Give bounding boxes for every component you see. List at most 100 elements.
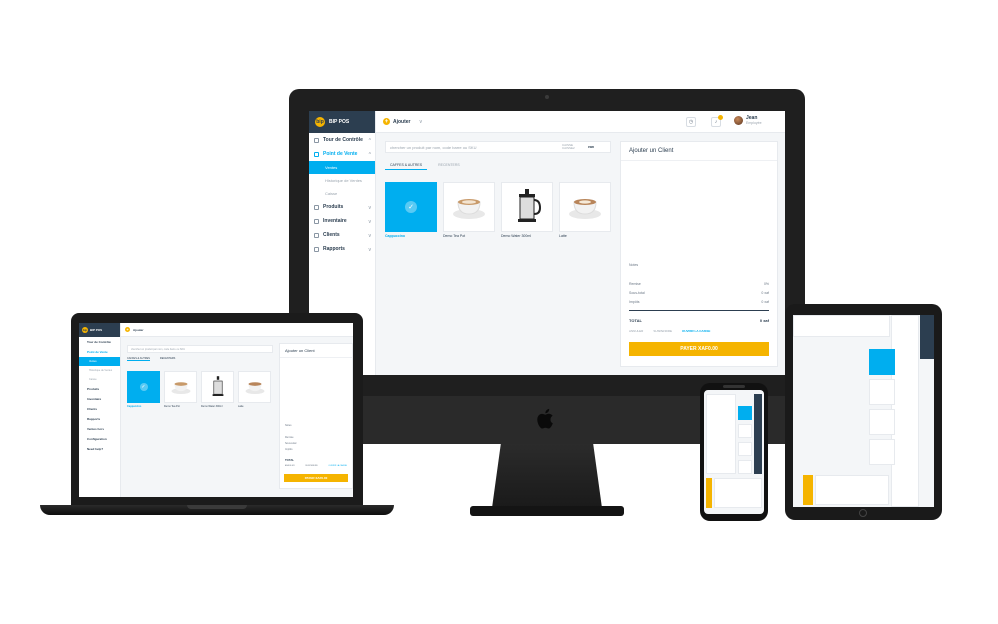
- clock-icon[interactable]: ◷: [686, 117, 696, 127]
- cancel-button[interactable]: ANNULER: [285, 465, 295, 467]
- notes-row[interactable]: Notes: [285, 424, 347, 427]
- brand-header: [920, 315, 934, 359]
- inventory-icon: [314, 219, 319, 224]
- add-client-button[interactable]: Ajouter un Client: [280, 344, 352, 358]
- product-grid: ✓ Cappuccino Demo Tea Pot Demo Water 300…: [127, 371, 271, 408]
- tab-recenters[interactable]: RECENTERS: [433, 161, 465, 170]
- sidebar-subitem-caisse[interactable]: Caisse: [79, 375, 120, 384]
- cancel-button[interactable]: ANNULER: [629, 329, 643, 333]
- total-label: TOTAL: [285, 458, 295, 462]
- product-card[interactable]: [869, 349, 895, 375]
- discount-row: Remise: [285, 436, 347, 439]
- apple-logo-icon: [537, 408, 553, 429]
- french-press-icon: [518, 189, 542, 222]
- sidebar-item-inventaire[interactable]: Inventaire: [79, 394, 120, 404]
- sidebar-item-point-de-vente[interactable]: Point de Vente: [79, 347, 120, 357]
- sidebar-subitem-ventes[interactable]: Ventes: [309, 161, 375, 174]
- product-name: Demo Water 300ml: [201, 405, 223, 408]
- latte-cup-icon: [245, 382, 264, 395]
- total-row: TOTAL 0 xaf: [629, 318, 769, 323]
- cart-actions: ANNULER SUSPENDRE OUVRIR LA CAISSE: [629, 329, 769, 333]
- sidebar-subitem-caisse[interactable]: Caisse: [309, 187, 375, 200]
- discount-value: 0%: [763, 282, 769, 286]
- product-card[interactable]: Demo Water 300ml: [201, 371, 234, 408]
- total-value: 0 xaf: [759, 318, 769, 323]
- product-card[interactable]: Demo Water 300ml: [501, 182, 553, 238]
- sidebar-item-rapports[interactable]: Rapports v: [309, 242, 375, 256]
- sidebar-item-tour-de-controle[interactable]: Tour de Contrôle: [79, 337, 120, 347]
- discount-row: Remise 0%: [629, 282, 769, 286]
- sidebar-item-rapports[interactable]: Rapports: [79, 414, 120, 424]
- product-card[interactable]: [869, 409, 895, 435]
- help-link[interactable]: Need help?: [79, 444, 120, 454]
- tab-caffes-autres[interactable]: CAFFES & AUTRES: [127, 357, 150, 361]
- search-input[interactable]: chercher un produit par nom, code barre …: [386, 145, 562, 150]
- cart-panel: [714, 478, 762, 508]
- product-grid: ✓ Cappuccino Demo Tea Pot Demo Water 300…: [385, 182, 611, 238]
- sidebar-item-clients[interactable]: Clients v: [309, 228, 375, 242]
- sidebar-subitem-ventes[interactable]: Ventes: [79, 357, 120, 366]
- product-card[interactable]: Latte: [559, 182, 611, 238]
- product-card[interactable]: Demo Tea Pot: [164, 371, 197, 408]
- pay-button[interactable]: PAYER XAF0.00: [284, 474, 348, 482]
- cart-actions: ANNULER SUSPENDRE OUVRIR LA CAISSE: [285, 465, 347, 467]
- open-drawer-button[interactable]: OUVRIR LA CAISSE: [328, 465, 347, 467]
- search-input[interactable]: chercher un produit par nom, code barre …: [127, 345, 273, 353]
- sidebar-item-inventaire[interactable]: Inventaire v: [309, 214, 375, 228]
- brand-logo: bip: [82, 327, 88, 333]
- brand-header: bip BIP POS: [79, 323, 120, 337]
- product-card[interactable]: [738, 406, 752, 420]
- tab-recenters[interactable]: RECENTERS: [160, 357, 175, 361]
- product-card[interactable]: Latte: [238, 371, 271, 408]
- category-tabs: CAFFES & AUTRES RECENTERS: [127, 357, 175, 361]
- taxes-label: Impôts: [629, 300, 640, 304]
- divider: [629, 310, 769, 311]
- pay-button[interactable]: [706, 478, 712, 508]
- product-search[interactable]: chercher un produit par nom, code barre …: [385, 141, 611, 153]
- laptop-notch: [187, 505, 247, 509]
- tab-caffes-autres[interactable]: CAFFES & AUTRES: [385, 161, 428, 170]
- search-mode-select[interactable]: ean: [584, 145, 610, 149]
- sidebar-item-configuration[interactable]: Configuration: [79, 434, 120, 444]
- notes-row[interactable]: Notes: [629, 263, 769, 267]
- product-card[interactable]: [869, 439, 895, 465]
- cart-panel: [815, 475, 889, 505]
- add-client-button[interactable]: Ajouter un Client: [621, 142, 777, 161]
- avatar: [734, 116, 743, 125]
- chevron-down-icon: v: [368, 219, 372, 225]
- product-card[interactable]: ✓ Cappuccino: [385, 182, 437, 238]
- product-card[interactable]: [738, 442, 752, 456]
- product-card[interactable]: [738, 460, 752, 474]
- bell-icon[interactable]: ♪: [711, 115, 723, 127]
- sidebar-item-label: Point de Vente: [323, 151, 358, 157]
- box-icon: [314, 205, 319, 210]
- user-menu[interactable]: Jean Employée: [734, 116, 762, 125]
- suspend-button[interactable]: SUSPENDRE: [305, 465, 317, 467]
- subtotal-row: Sous-total: [285, 442, 347, 445]
- sidebar-item-clients[interactable]: Clients: [79, 404, 120, 414]
- pay-button[interactable]: PAYER XAF0.00: [629, 342, 769, 356]
- product-card[interactable]: [869, 379, 895, 405]
- sidebar-item-point-de-vente[interactable]: Point de Vente ^: [309, 147, 375, 161]
- sidebar-item-tour-de-controle[interactable]: Tour de Contrôle ^: [309, 133, 375, 147]
- product-card[interactable]: [738, 424, 752, 438]
- product-image: [201, 371, 234, 403]
- add-button[interactable]: + Ajouter: [125, 327, 144, 332]
- add-button[interactable]: + Ajouter v: [383, 118, 422, 125]
- product-name: Demo Tea Pot: [443, 234, 466, 238]
- tablet-home-button: [859, 509, 867, 517]
- sidebar-item-produits[interactable]: Produits v: [309, 200, 375, 214]
- taxes-row: Impôts 0 xaf: [629, 300, 769, 304]
- home-icon: [314, 138, 319, 143]
- product-card[interactable]: ✓ Cappuccino: [127, 371, 160, 408]
- open-drawer-button[interactable]: OUVRIR LA CAISSE: [682, 329, 710, 333]
- sidebar-item-ventes-hors[interactable]: Ventes hors: [79, 424, 120, 434]
- sidebar-subitem-historique[interactable]: Historique de Ventes: [309, 174, 375, 187]
- product-image: [501, 182, 553, 232]
- sidebar-item-produits[interactable]: Produits: [79, 384, 120, 394]
- sidebar: [891, 315, 919, 507]
- product-card[interactable]: Demo Tea Pot: [443, 182, 495, 238]
- suspend-button[interactable]: SUSPENDRE: [653, 329, 672, 333]
- pay-button[interactable]: [803, 475, 813, 505]
- sidebar-subitem-historique[interactable]: Historique de Ventes: [79, 366, 120, 375]
